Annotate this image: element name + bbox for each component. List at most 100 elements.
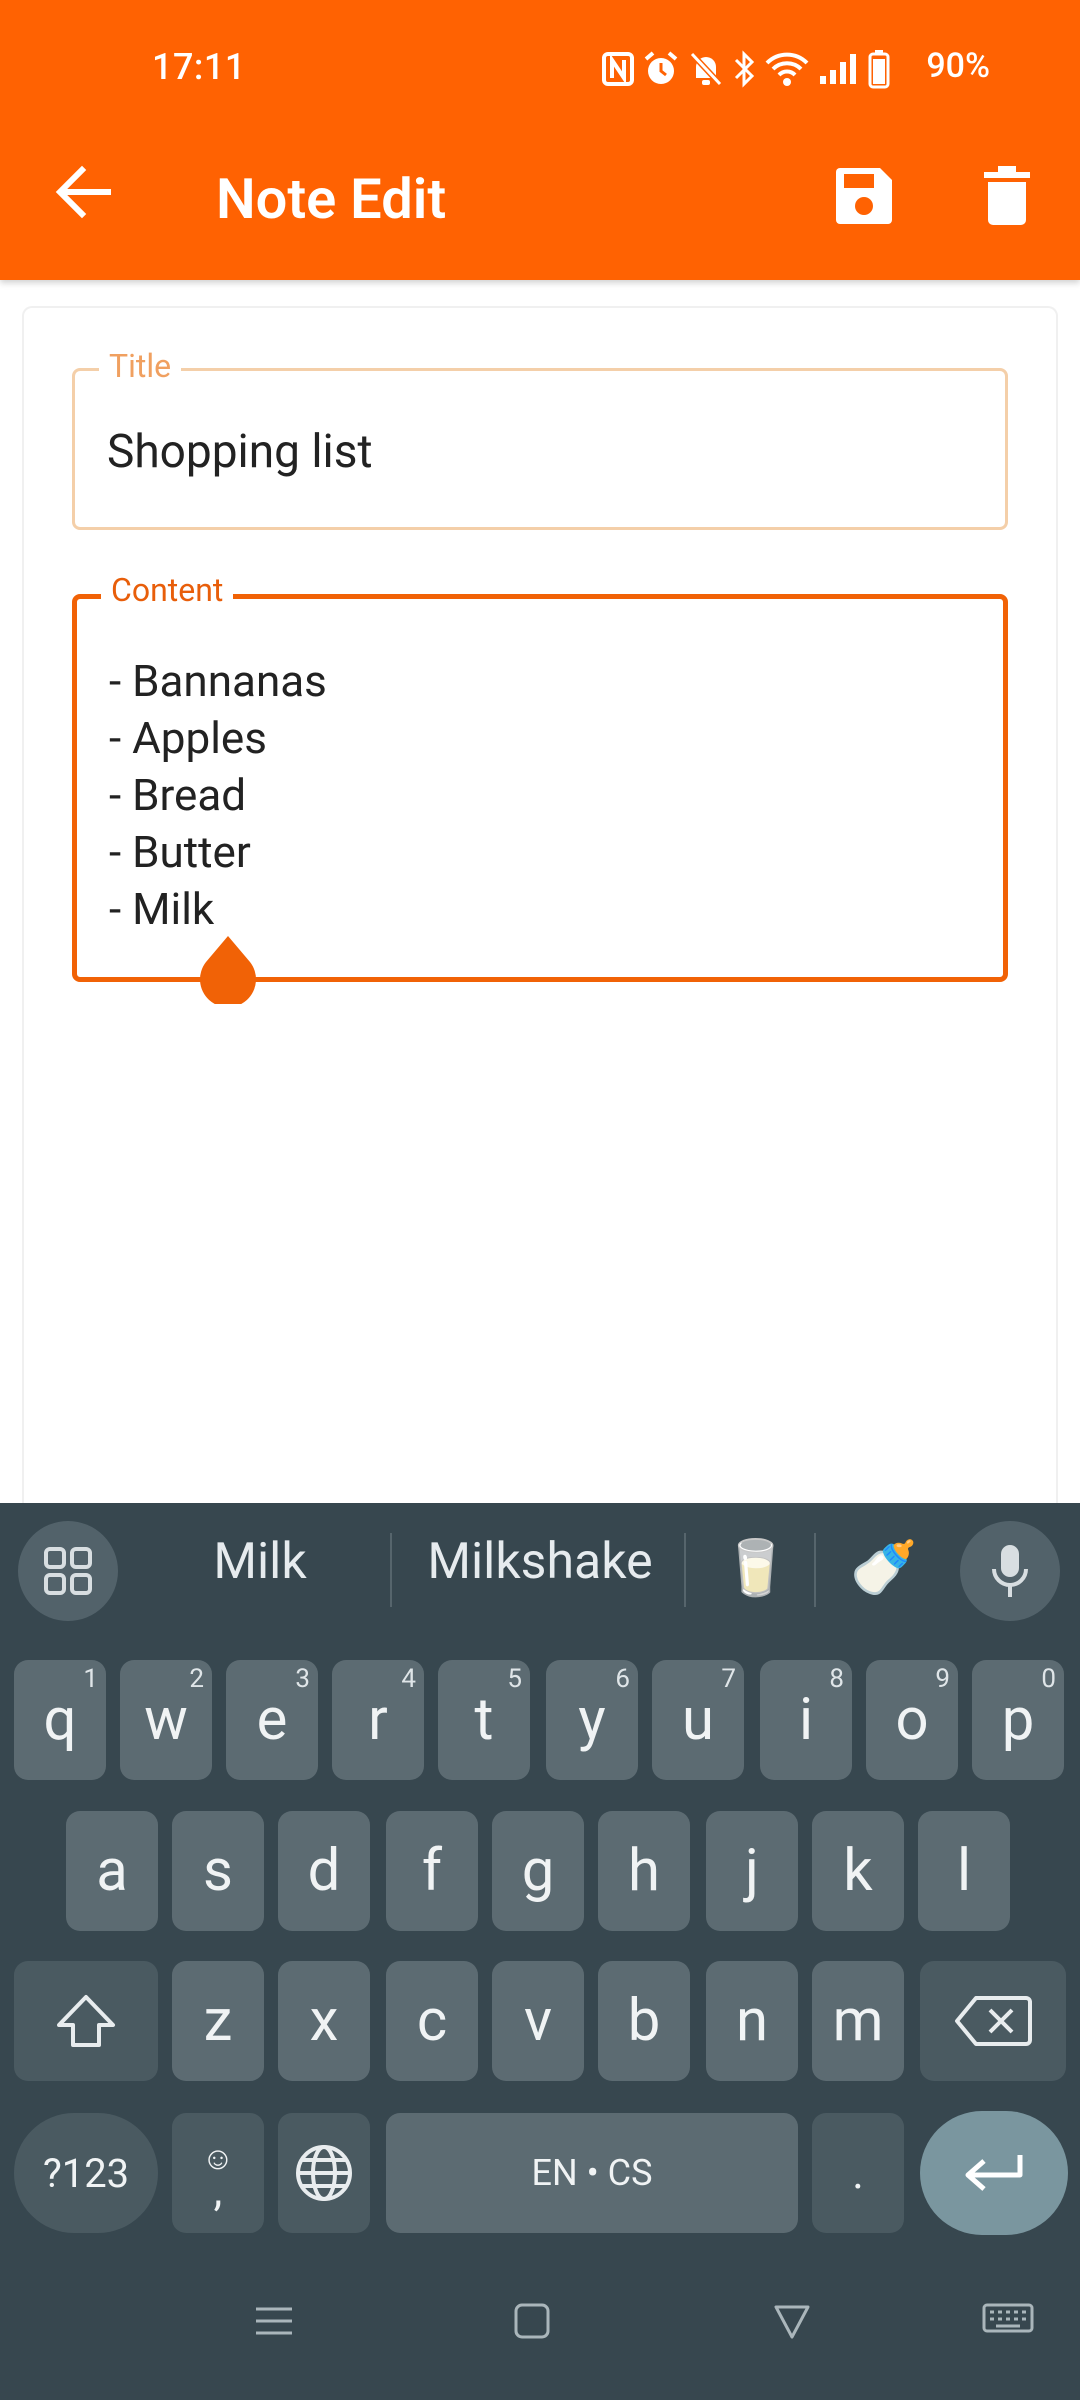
key-hint: 4: [401, 1664, 416, 1694]
key-r[interactable]: r4: [332, 1660, 424, 1780]
voice-input-button[interactable]: [960, 1521, 1060, 1621]
title-field[interactable]: Title Shopping list: [72, 347, 1008, 530]
key-f[interactable]: f: [386, 1811, 478, 1931]
suggestion-divider: [814, 1533, 816, 1607]
key-x[interactable]: x: [278, 1961, 370, 2081]
key-label: q: [43, 1686, 77, 1754]
key-label: o: [895, 1686, 929, 1754]
key-hint: 1: [83, 1664, 98, 1694]
key-a[interactable]: a: [66, 1811, 158, 1931]
key-hint: 5: [507, 1664, 522, 1694]
key-label: e: [256, 1686, 288, 1754]
language-key[interactable]: [278, 2113, 370, 2233]
backspace-icon: [955, 1996, 1032, 2046]
key-e[interactable]: e3: [226, 1660, 318, 1780]
key-p[interactable]: p0: [972, 1660, 1064, 1780]
suggestion-word[interactable]: Milkshake: [410, 1533, 670, 1591]
signal-icon: [820, 54, 856, 84]
key-u[interactable]: u7: [652, 1660, 744, 1780]
key-v[interactable]: v: [492, 1961, 584, 2081]
key-m[interactable]: m: [812, 1961, 904, 2081]
key-label: u: [682, 1686, 714, 1754]
save-button[interactable]: [834, 166, 894, 226]
grid-icon: [44, 1547, 92, 1595]
key-c[interactable]: c: [386, 1961, 478, 2081]
key-t[interactable]: t5: [438, 1660, 530, 1780]
status-time: 17:11: [152, 46, 246, 88]
app-top-bar: 17:11 90% Note Edit: [0, 0, 1080, 280]
key-hint: 8: [829, 1664, 844, 1694]
key-z[interactable]: z: [172, 1961, 264, 2081]
enter-key[interactable]: [920, 2111, 1068, 2235]
content-field[interactable]: Content - Bannanas - Apples - Bread - Bu…: [72, 571, 1008, 982]
microphone-icon: [992, 1545, 1028, 1597]
back-triangle-icon[interactable]: [772, 2301, 812, 2341]
key-hint: 6: [615, 1664, 630, 1694]
comma-label: ,: [213, 2164, 223, 2216]
battery-percentage: 90%: [926, 46, 990, 86]
backspace-key[interactable]: [920, 1961, 1066, 2081]
delete-button[interactable]: [984, 166, 1030, 226]
key-h[interactable]: h: [598, 1811, 690, 1931]
floppy-disk-icon: [836, 168, 892, 224]
key-d[interactable]: d: [278, 1811, 370, 1931]
enter-icon: [965, 2155, 1023, 2191]
keyboard-hide-icon[interactable]: [982, 2301, 1034, 2341]
recents-menu-icon[interactable]: [254, 2301, 294, 2341]
content-line: - Apples: [109, 712, 267, 764]
battery-icon: [868, 50, 890, 89]
text-cursor-handle[interactable]: [198, 934, 258, 1004]
key-l[interactable]: l: [918, 1811, 1010, 1931]
content-label: Content: [101, 571, 234, 609]
key-hint: 3: [295, 1664, 310, 1694]
content-line: - Bread: [109, 769, 247, 821]
symbols-key[interactable]: ?123: [14, 2113, 158, 2233]
suggestion-divider: [390, 1533, 392, 1607]
key-y[interactable]: y6: [546, 1660, 638, 1780]
status-icons: [602, 46, 890, 92]
keyboard-menu-button[interactable]: [18, 1521, 118, 1621]
key-g[interactable]: g: [492, 1811, 584, 1931]
page-title: Note Edit: [216, 166, 447, 232]
key-label: r: [368, 1686, 388, 1754]
key-b[interactable]: b: [598, 1961, 690, 2081]
key-label: p: [1001, 1686, 1035, 1754]
key-label: y: [578, 1686, 606, 1754]
soft-keyboard: Milk Milkshake 🥛 🍼 q1 w2 e3 r4 t5 y6 u7 …: [0, 1503, 1080, 2400]
key-label: w: [144, 1686, 188, 1754]
suggestion-word[interactable]: Milk: [160, 1533, 360, 1591]
alarm-icon: [644, 51, 678, 84]
content-line: - Bannanas: [109, 655, 327, 707]
home-square-icon[interactable]: [514, 2301, 550, 2341]
key-j[interactable]: j: [706, 1811, 798, 1931]
content-line: - Butter: [109, 826, 251, 878]
key-n[interactable]: n: [706, 1961, 798, 2081]
arrow-left-icon: [55, 165, 111, 219]
emoji-suggestion[interactable]: 🍼: [850, 1537, 917, 1600]
suggestion-strip: Milk Milkshake 🥛 🍼: [0, 1503, 1080, 1635]
space-key[interactable]: EN • CS: [386, 2113, 798, 2233]
title-input-value[interactable]: Shopping list: [107, 425, 373, 479]
shift-key[interactable]: [14, 1961, 158, 2081]
emoji-suggestion[interactable]: 🥛: [722, 1537, 789, 1600]
globe-icon: [296, 2145, 352, 2201]
key-hint: 0: [1041, 1664, 1056, 1694]
key-hint: 2: [189, 1664, 204, 1694]
key-s[interactable]: s: [172, 1811, 264, 1931]
period-key[interactable]: .: [812, 2113, 904, 2233]
system-nav-bar: [0, 2265, 1080, 2400]
key-hint: 7: [721, 1664, 736, 1694]
key-q[interactable]: q1: [14, 1660, 106, 1780]
content-textarea[interactable]: - Bannanas - Apples - Bread - Butter - M…: [109, 653, 327, 938]
key-i[interactable]: i8: [760, 1660, 852, 1780]
shift-icon: [57, 1995, 115, 2047]
key-w[interactable]: w2: [120, 1660, 212, 1780]
key-hint: 9: [935, 1664, 950, 1694]
key-label: t: [474, 1686, 494, 1754]
suggestion-divider: [684, 1533, 686, 1607]
back-button[interactable]: [52, 160, 116, 224]
key-o[interactable]: o9: [866, 1660, 958, 1780]
key-k[interactable]: k: [812, 1811, 904, 1931]
emoji-comma-key[interactable]: ☺ ,: [172, 2113, 264, 2233]
content-line: - Milk: [109, 883, 215, 935]
